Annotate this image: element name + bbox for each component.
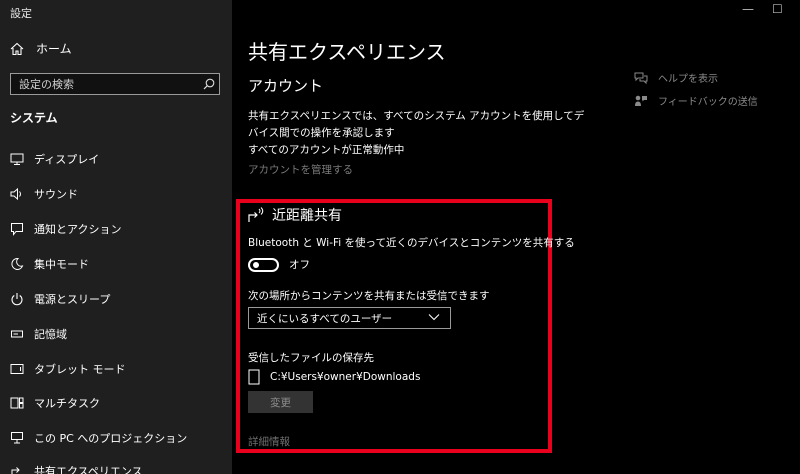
sidebar-item-storage[interactable]: 記憶域: [10, 325, 67, 343]
sidebar-item-notifications[interactable]: 通知とアクション: [10, 220, 121, 238]
sidebar-item-power[interactable]: 電源とスリープ: [10, 290, 110, 308]
sidebar-item-tablet[interactable]: タブレット モード: [10, 360, 126, 378]
manage-accounts-link[interactable]: アカウントを管理する: [248, 162, 353, 177]
shared-icon: [10, 464, 24, 474]
sidebar-item-label: 共有エクスペリエンス: [34, 465, 143, 474]
projection-icon: [10, 431, 24, 445]
sidebar-item-label: この PC へのプロジェクション: [34, 432, 188, 445]
sidebar-item-label: 記憶域: [34, 328, 67, 341]
share-from-dropdown[interactable]: 近くにいるすべてのユーザー: [248, 307, 451, 329]
sidebar-item-label: マルチタスク: [34, 397, 100, 410]
sidebar-item-label: タブレット モード: [34, 363, 126, 376]
account-status: すべてのアカウントが正常動作中: [248, 144, 405, 156]
chevron-down-icon: [428, 312, 440, 324]
nearby-description: Bluetooth と Wi-Fi を使って近くのデバイスとコンテンツを共有する: [248, 237, 575, 249]
power-icon: [10, 292, 24, 306]
feedback-icon: [634, 94, 648, 108]
account-heading: アカウント: [248, 77, 324, 95]
multitask-icon: [10, 396, 24, 410]
toggle-state-label: オフ: [289, 259, 310, 271]
sidebar-item-label: サウンド: [34, 188, 78, 201]
help-link[interactable]: ヘルプを表示: [634, 70, 718, 85]
sidebar-item-sound[interactable]: サウンド: [10, 185, 78, 203]
save-path: C:¥Users¥owner¥Downloads: [270, 371, 421, 383]
nearby-share-icon: [248, 207, 266, 223]
storage-icon: [10, 327, 24, 341]
nearby-sharing-title: 近距離共有: [272, 208, 342, 224]
sidebar-item-label: ディスプレイ: [34, 153, 100, 166]
nearby-sharing-toggle[interactable]: [248, 257, 279, 272]
moon-icon: [10, 257, 24, 271]
more-info-link[interactable]: 詳細情報: [248, 434, 290, 449]
sidebar-item-focus[interactable]: 集中モード: [10, 255, 89, 273]
search-input[interactable]: [11, 77, 199, 91]
nearby-sharing-heading: 近距離共有: [248, 205, 342, 225]
sidebar: 設定 ホーム システム ディスプレイ サウンド 通知とアクション: [0, 0, 232, 474]
help-icon: [634, 71, 648, 85]
minimize-button[interactable]: —: [742, 2, 754, 16]
maximize-button[interactable]: ☐: [772, 2, 783, 16]
sidebar-item-home[interactable]: ホーム: [10, 40, 72, 57]
sidebar-item-multitask[interactable]: マルチタスク: [10, 394, 100, 412]
save-path-row: C:¥Users¥owner¥Downloads: [248, 369, 420, 385]
sidebar-section-title: システム: [10, 111, 58, 125]
change-button[interactable]: 変更: [248, 391, 313, 413]
notification-icon: [10, 222, 24, 236]
tablet-icon: [10, 362, 24, 376]
window-title: 設定: [10, 7, 32, 20]
account-description: 共有エクスペリエンスでは、すべてのシステム アカウントを使用してデバイス間での操…: [248, 110, 585, 139]
feedback-label: フィードバックの送信: [658, 97, 758, 108]
nearby-toggle-row: オフ: [248, 257, 310, 272]
help-label: ヘルプを表示: [658, 74, 718, 85]
save-location-label: 受信したファイルの保存先: [248, 352, 374, 364]
display-icon: [10, 152, 24, 166]
page-title: 共有エクスペリエンス: [248, 40, 446, 64]
search-icon[interactable]: [199, 78, 219, 90]
share-from-value: 近くにいるすべてのユーザー: [257, 312, 393, 325]
share-from-label: 次の場所からコンテンツを共有または受信できます: [248, 290, 490, 302]
sidebar-item-shared-experiences[interactable]: 共有エクスペリエンス: [10, 462, 143, 474]
home-icon: [10, 42, 24, 56]
sound-icon: [10, 187, 24, 201]
sidebar-item-label: 集中モード: [34, 258, 89, 271]
sidebar-item-display[interactable]: ディスプレイ: [10, 150, 99, 168]
device-icon: [248, 369, 262, 385]
search-box[interactable]: [10, 73, 220, 95]
sidebar-item-projection[interactable]: この PC へのプロジェクション: [10, 429, 187, 447]
sidebar-item-label: 通知とアクション: [34, 223, 122, 236]
sidebar-item-label: 電源とスリープ: [34, 293, 111, 306]
feedback-link[interactable]: フィードバックの送信: [634, 93, 758, 108]
home-label: ホーム: [36, 42, 72, 56]
